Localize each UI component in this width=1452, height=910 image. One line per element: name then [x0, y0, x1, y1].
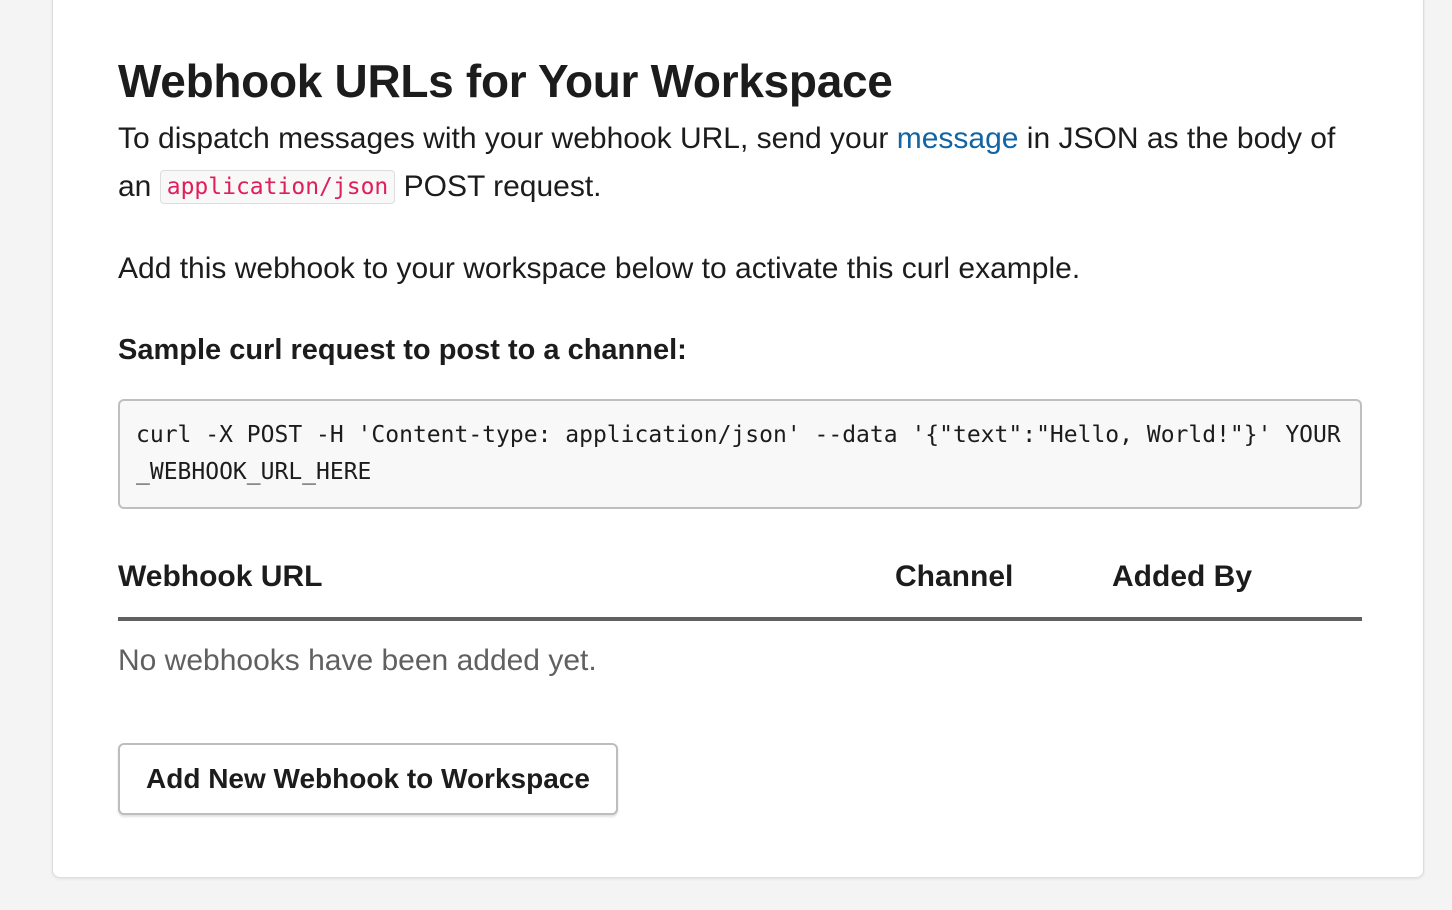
column-header-webhook-url: Webhook URL [118, 560, 323, 593]
page-title: Webhook URLs for Your Workspace [118, 55, 893, 107]
column-header-added-by: Added By [1112, 560, 1253, 593]
webhooks-card: Webhook URLs for Your Workspace To dispa… [52, 0, 1424, 878]
inline-code-content-type: application/json [159, 170, 396, 204]
sample-curl-code-block[interactable]: curl -X POST -H 'Content-type: applicati… [118, 399, 1362, 509]
intro-text-end: POST request. [395, 170, 602, 203]
empty-webhooks-message: No webhooks have been added yet. [118, 644, 597, 677]
add-new-webhook-button[interactable]: Add New Webhook to Workspace [118, 743, 618, 815]
webhooks-table-header: Webhook URL Channel Added By [118, 557, 1362, 621]
webhooks-table: Webhook URL Channel Added By [118, 557, 1362, 621]
intro-text-before-link: To dispatch messages with your webhook U… [118, 122, 897, 155]
sample-curl-label: Sample curl request to post to a channel… [118, 334, 687, 366]
intro-paragraph: To dispatch messages with your webhook U… [118, 115, 1362, 211]
activate-instructions: Add this webhook to your workspace below… [118, 252, 1081, 285]
message-link[interactable]: message [897, 122, 1019, 155]
column-header-channel: Channel [895, 560, 1014, 593]
